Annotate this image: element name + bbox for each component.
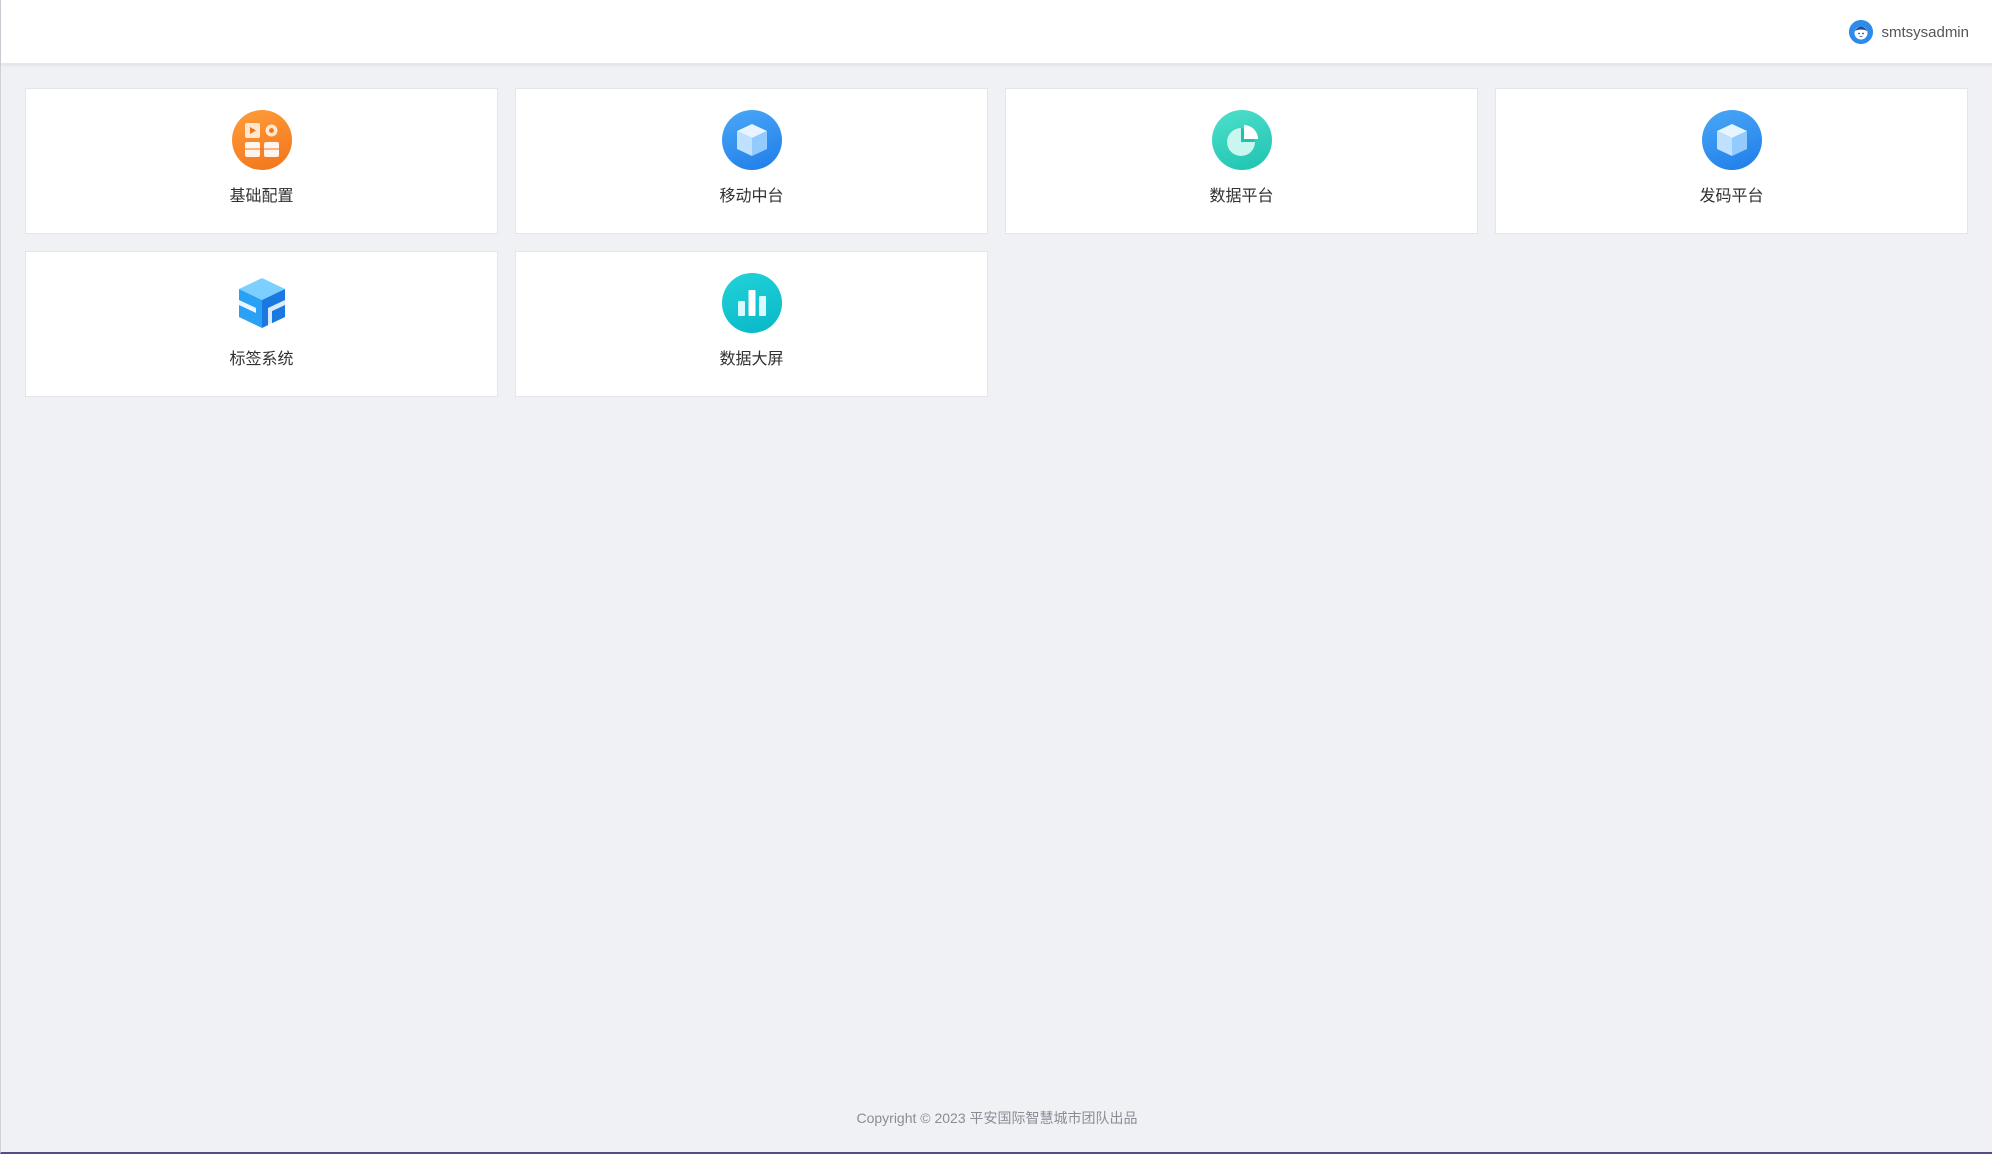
app-card-mobile-platform[interactable]: 移动中台 bbox=[515, 88, 988, 234]
app-card-label: 标签系统 bbox=[229, 349, 294, 368]
bar-chart-icon bbox=[721, 273, 782, 333]
user-avatar-icon[interactable] bbox=[1849, 20, 1874, 44]
cube-icon bbox=[721, 110, 782, 170]
app-card-label: 基础配置 bbox=[229, 186, 294, 205]
top-bar: smtsysadmin bbox=[1, 0, 1992, 64]
app-window: smtsysadmin 基础配置 移动中台 数据平台 发码平台 标签系统 数据大… bbox=[0, 0, 1992, 1154]
username-label[interactable]: smtsysadmin bbox=[1881, 24, 1969, 41]
config-apps-icon bbox=[231, 110, 292, 170]
app-card-code-platform[interactable]: 发码平台 bbox=[1495, 88, 1968, 234]
app-launcher-grid: 基础配置 移动中台 数据平台 发码平台 标签系统 数据大屏 bbox=[25, 88, 1969, 397]
stacked-blocks-icon bbox=[232, 273, 292, 333]
app-card-data-screen[interactable]: 数据大屏 bbox=[515, 251, 988, 397]
app-card-tag-system[interactable]: 标签系统 bbox=[25, 251, 498, 397]
app-card-label: 数据平台 bbox=[1209, 186, 1274, 205]
user-menu[interactable]: smtsysadmin bbox=[1849, 19, 1969, 45]
app-card-label: 数据大屏 bbox=[719, 349, 784, 368]
app-card-basic-config[interactable]: 基础配置 bbox=[25, 88, 498, 234]
cube-icon bbox=[1701, 110, 1762, 170]
pie-chart-icon bbox=[1211, 110, 1272, 170]
app-card-label: 发码平台 bbox=[1699, 186, 1764, 205]
copyright-footer: Copyright © 2023 平安国际智慧城市团队出品 bbox=[856, 1110, 1138, 1126]
app-card-label: 移动中台 bbox=[719, 186, 784, 205]
app-card-data-platform[interactable]: 数据平台 bbox=[1005, 88, 1478, 234]
